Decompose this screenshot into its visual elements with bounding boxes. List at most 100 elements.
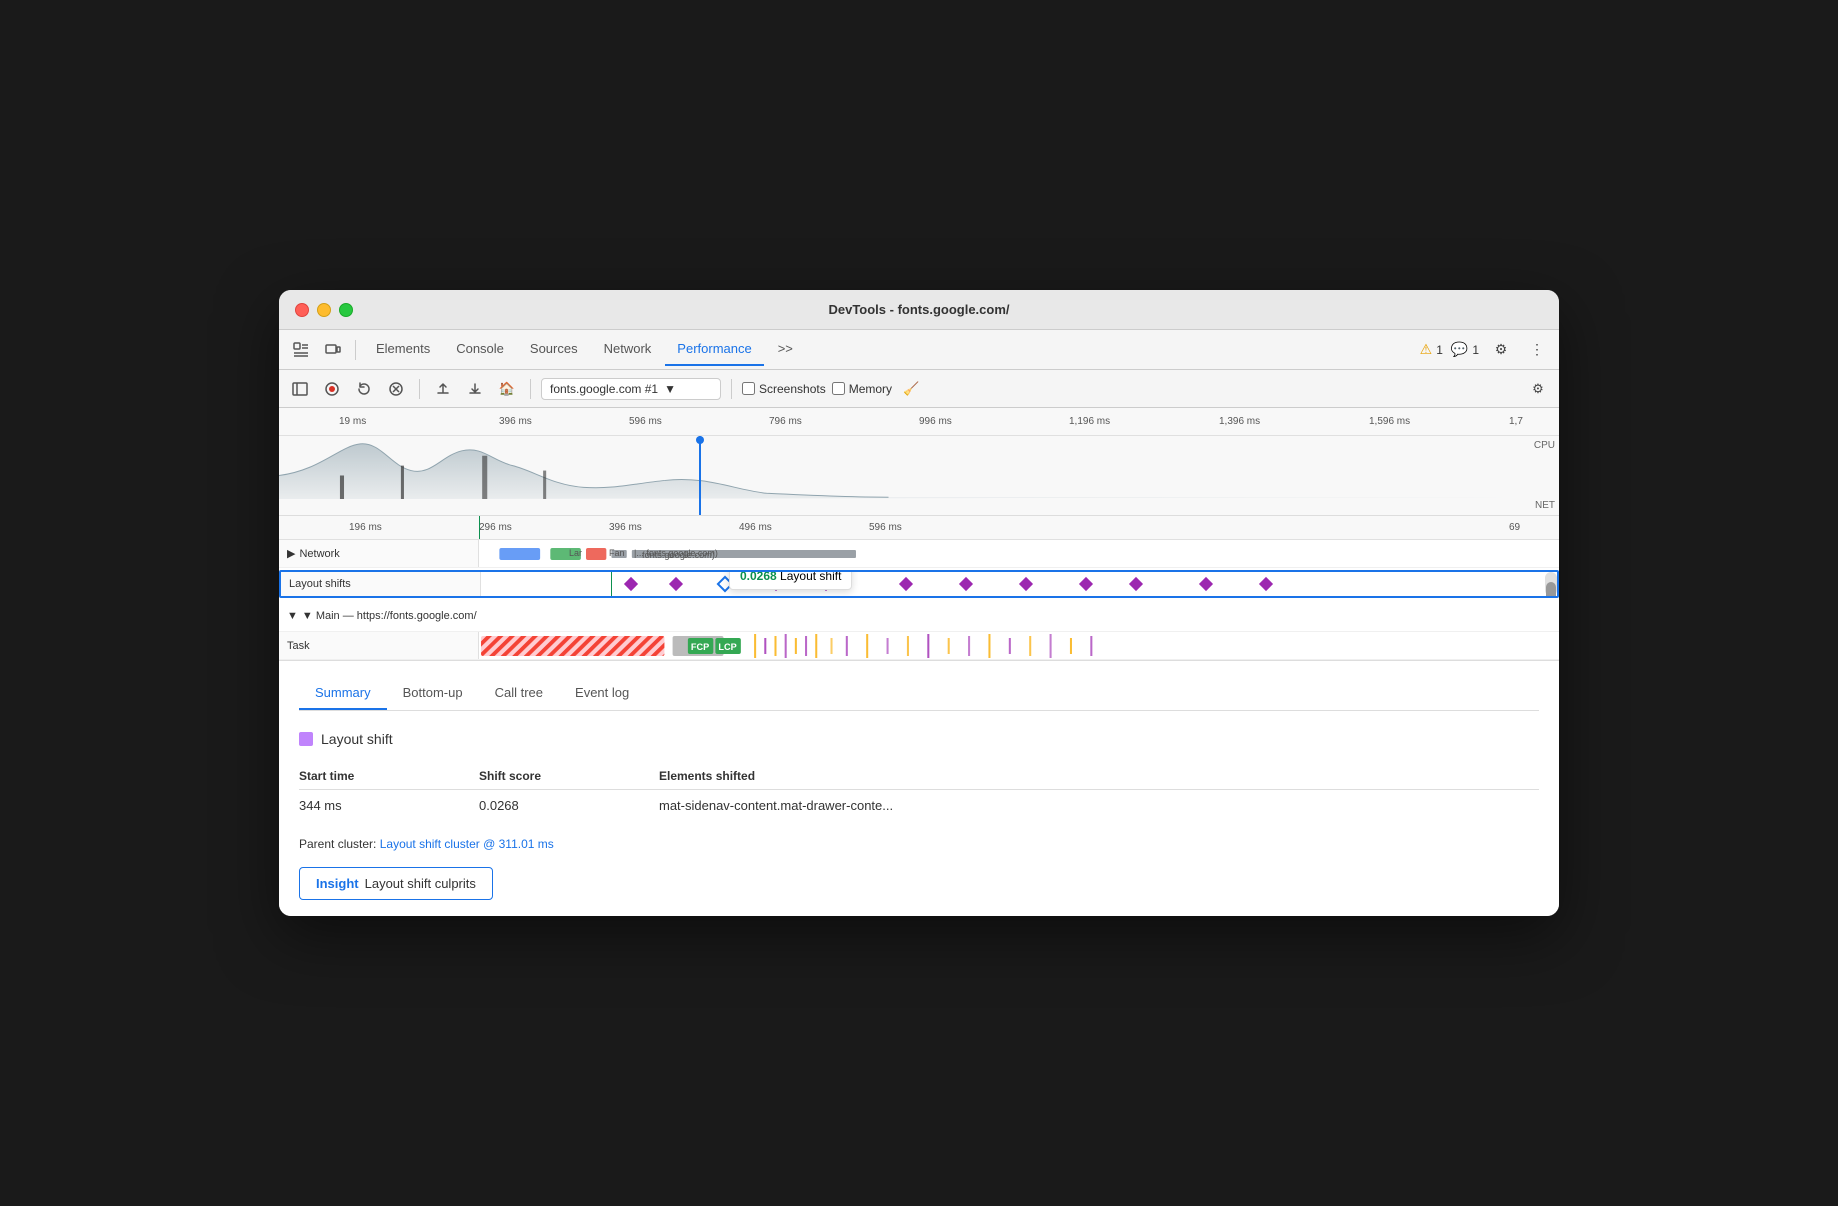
device-toggle-icon[interactable] <box>319 336 347 364</box>
screenshots-label: Screenshots <box>759 382 826 396</box>
warning-count: 1 <box>1436 343 1443 357</box>
net-label: NET <box>1535 500 1555 511</box>
ruler-tick-5: 1,196 ms <box>1069 416 1110 427</box>
tab-summary[interactable]: Summary <box>299 677 387 710</box>
col-header-elements: Elements shifted <box>659 763 1539 790</box>
svg-text:FCP: FCP <box>691 642 709 652</box>
scrubber[interactable] <box>699 436 701 515</box>
settings-icon[interactable]: ⚙ <box>1487 336 1515 364</box>
detail-ruler: 196 ms 296 ms 396 ms 496 ms 596 ms 69 <box>279 516 1559 540</box>
screenshots-checkbox[interactable] <box>742 382 755 395</box>
insight-button[interactable]: Insight Layout shift culprits <box>299 867 493 900</box>
cluster-link[interactable]: Layout shift cluster @ 311.01 ms <box>380 837 554 851</box>
separator3 <box>530 379 531 399</box>
diamond-7[interactable] <box>1019 577 1033 591</box>
tab-call-tree[interactable]: Call tree <box>479 677 559 710</box>
ruler-tick-2: 596 ms <box>629 416 662 427</box>
network-track-label: ▶ Network <box>279 540 479 567</box>
table-row: 344 ms 0.0268 mat-sidenav-content.mat-dr… <box>299 790 1539 822</box>
window-title: DevTools - fonts.google.com/ <box>828 302 1009 317</box>
tab-elements[interactable]: Elements <box>364 333 442 366</box>
detail-tick-5: 69 <box>1509 522 1520 533</box>
url-text: fonts.google.com #1 <box>550 382 658 396</box>
tab-event-log[interactable]: Event log <box>559 677 645 710</box>
diamond-11[interactable] <box>1259 577 1273 591</box>
home-icon[interactable]: 🏠 <box>494 376 520 402</box>
sidebar-toggle-icon[interactable] <box>287 376 313 402</box>
ruler-tick-0: 19 ms <box>339 416 366 427</box>
tab-console[interactable]: Console <box>444 333 516 366</box>
diamond-2[interactable] <box>669 577 683 591</box>
detail-tick-1: 296 ms <box>479 522 512 533</box>
detail-tick-4: 596 ms <box>869 522 902 533</box>
maximize-button[interactable] <box>339 303 353 317</box>
timeline-ruler: 19 ms 396 ms 596 ms 796 ms 996 ms 1,196 … <box>279 408 1559 436</box>
diamond-8[interactable] <box>1079 577 1093 591</box>
titlebar: DevTools - fonts.google.com/ <box>279 290 1559 330</box>
download-icon[interactable] <box>462 376 488 402</box>
detail-tick-3: 496 ms <box>739 522 772 533</box>
memory-checkbox[interactable] <box>832 382 845 395</box>
message-icon: 💬 <box>1451 341 1468 358</box>
timeline-overview[interactable]: CPU NET <box>279 436 1559 516</box>
diamond-5[interactable] <box>899 577 913 591</box>
network-track: ▶ Network fonts.google.com) Lar Fan |...… <box>279 540 1559 568</box>
diamond-10[interactable] <box>1199 577 1213 591</box>
main-toolbar: Elements Console Sources Network Perform… <box>279 330 1559 370</box>
ruler-tick-1: 396 ms <box>499 416 532 427</box>
tab-network[interactable]: Network <box>592 333 664 366</box>
ruler-tick-7: 1,596 ms <box>1369 416 1410 427</box>
layout-shifts-content[interactable]: 0.0268 Layout shift <box>481 572 1557 596</box>
ruler-tick-8: 1,7 <box>1509 416 1523 427</box>
network-arrow: ▶ <box>287 547 295 560</box>
scrollbar-track[interactable] <box>1545 572 1557 596</box>
warning-icon: ⚠ <box>1420 341 1433 358</box>
tab-bottom-up[interactable]: Bottom-up <box>387 677 479 710</box>
col-header-score: Shift score <box>479 763 659 790</box>
traffic-lights <box>295 303 353 317</box>
perf-settings-icon[interactable]: ⚙ <box>1525 376 1551 402</box>
timeline-area: 19 ms 396 ms 596 ms 796 ms 996 ms 1,196 … <box>279 408 1559 661</box>
memory-checkbox-group: Memory <box>832 382 892 396</box>
layout-shifts-label: Layout shifts <box>281 572 481 596</box>
more-icon[interactable]: ⋮ <box>1523 336 1551 364</box>
upload-icon[interactable] <box>430 376 456 402</box>
diamond-1[interactable] <box>624 577 638 591</box>
main-arrow: ▼ <box>287 610 298 622</box>
screenshots-checkbox-group: Screenshots <box>742 382 826 396</box>
parent-cluster: Parent cluster: Layout shift cluster @ 3… <box>299 837 1539 851</box>
layout-green-line <box>611 572 612 596</box>
task-text: Task <box>287 640 310 652</box>
warning-badge[interactable]: ⚠ 1 <box>1420 341 1443 358</box>
task-content[interactable]: FCP LCP <box>479 632 1559 659</box>
shift-score-value: 0.0268 <box>479 790 659 822</box>
message-badge[interactable]: 💬 1 <box>1451 341 1479 358</box>
diamond-6[interactable] <box>959 577 973 591</box>
panel-tabs: Summary Bottom-up Call tree Event log <box>299 677 1539 711</box>
tooltip-score: 0.0268 <box>740 572 777 583</box>
clear-icon[interactable] <box>383 376 409 402</box>
task-row: Task FCP <box>279 632 1559 660</box>
record-icon[interactable] <box>319 376 345 402</box>
network-track-content[interactable]: fonts.google.com) Lar Fan |... fonts.goo… <box>479 540 1559 567</box>
url-selector[interactable]: fonts.google.com #1 ▼ <box>541 378 721 400</box>
reload-icon[interactable] <box>351 376 377 402</box>
tooltip-label: Layout shift <box>780 572 841 583</box>
tab-sources[interactable]: Sources <box>518 333 590 366</box>
minimize-button[interactable] <box>317 303 331 317</box>
dropdown-arrow-icon: ▼ <box>664 382 676 396</box>
cleanup-icon[interactable]: 🧹 <box>898 376 924 402</box>
elements-shifted-value[interactable]: mat-sidenav-content.mat-drawer-conte... <box>659 790 1539 822</box>
tab-more[interactable]: >> <box>766 333 805 366</box>
network-label-lar: Lar <box>569 548 582 558</box>
inspector-icon[interactable] <box>287 336 315 364</box>
diamond-9[interactable] <box>1129 577 1143 591</box>
scrollbar-thumb[interactable] <box>1546 582 1556 596</box>
start-time-value: 344 ms <box>299 790 479 822</box>
tab-performance[interactable]: Performance <box>665 333 763 366</box>
performance-toolbar: 🏠 fonts.google.com #1 ▼ Screenshots Memo… <box>279 370 1559 408</box>
close-button[interactable] <box>295 303 309 317</box>
detail-tick-0: 196 ms <box>349 522 382 533</box>
data-table: Start time Shift score Elements shifted … <box>299 763 1539 821</box>
network-label-fan: Fan <box>609 548 625 558</box>
